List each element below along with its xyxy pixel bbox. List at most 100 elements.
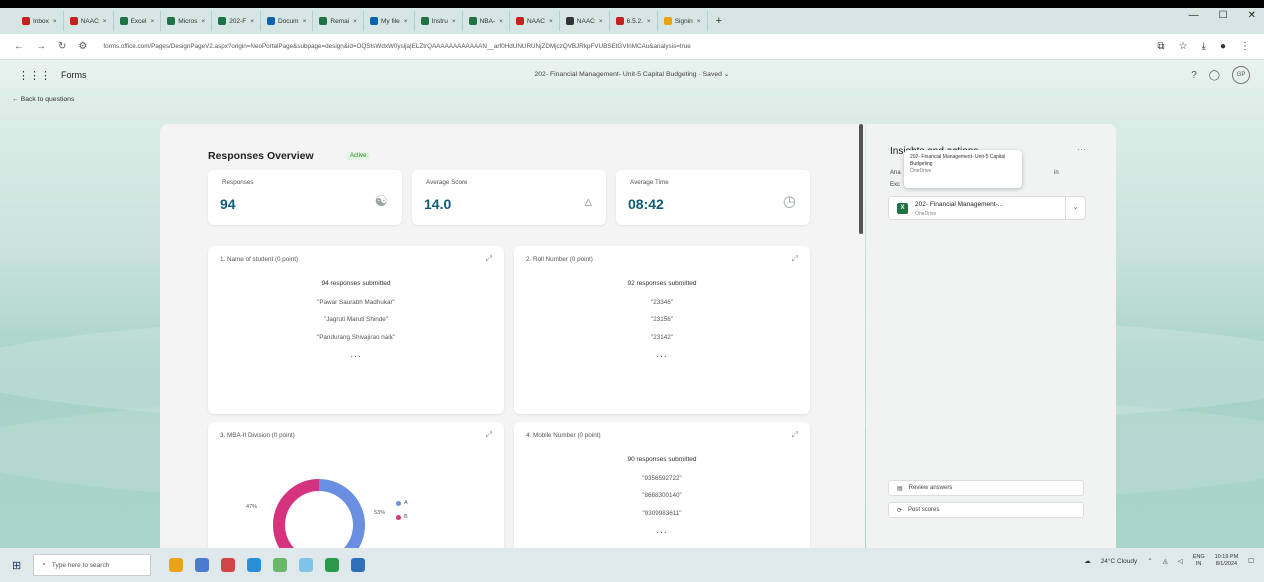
app-icon[interactable] (273, 558, 288, 572)
expand-icon[interactable]: ⤢ (792, 430, 798, 440)
donut-slice-A[interactable] (312, 479, 365, 548)
browser-tab[interactable]: 202-F × (212, 11, 261, 31)
search-icon: ⌕ (42, 561, 46, 568)
notification-icon[interactable]: ☐ (1248, 557, 1254, 565)
weather-icon[interactable]: ☁ (1084, 557, 1091, 565)
forward-arrow-icon[interactable]: → (36, 41, 46, 52)
more-options-icon[interactable]: ··· (1077, 144, 1086, 154)
slice-label: 47% (246, 504, 258, 510)
app-icon[interactable] (221, 558, 236, 572)
responses-panel: Responses Overview Active Responses 94 ☯… (160, 124, 865, 548)
menu-icon[interactable]: ⋮ (1240, 41, 1250, 52)
donut-slice-B[interactable] (273, 479, 320, 548)
reload-icon[interactable]: ↻ (58, 41, 66, 52)
tab-label: NAAC (576, 17, 595, 25)
tab-close-icon[interactable]: × (647, 18, 651, 25)
post-scores-button[interactable]: ⟳ Post scores (888, 502, 1084, 518)
network-icon[interactable]: ◬ (1163, 557, 1168, 565)
browser-tab[interactable]: Micros × (161, 11, 213, 31)
question-card[interactable]: 3. MBA-II Division (0 point) ⤢ 47% 53% A… (208, 422, 504, 548)
avatar[interactable]: GP (1232, 66, 1250, 84)
excel-file-button[interactable]: X 202- Financial Management-... OneDrive… (888, 196, 1086, 220)
edge-icon[interactable] (247, 558, 262, 572)
maximize-icon[interactable]: ☐ (1219, 10, 1228, 21)
expand-icon[interactable]: ⤢ (792, 254, 798, 264)
tab-label: Docum (277, 17, 299, 25)
tab-label: 202-F (229, 17, 247, 25)
scrollbar[interactable] (859, 124, 863, 234)
browser-tab[interactable]: Inbox × (16, 11, 64, 31)
tab-close-icon[interactable]: × (404, 18, 408, 25)
new-tab-icon[interactable]: + (708, 15, 730, 27)
url-field[interactable]: forms.office.com/Pages/DesignPageV2.aspx… (97, 43, 1157, 50)
browser-tab[interactable]: Remai × (313, 11, 364, 31)
taskbar: ⊞ ⌕ Type here to search ☁ 24°C Cloudy ⌃ … (0, 548, 1264, 582)
back-to-questions-link[interactable]: ← Back to questions (12, 96, 74, 103)
tab-favicon-icon (515, 17, 524, 25)
browser-tab[interactable]: 6.5.2. × (610, 11, 658, 31)
language-indicator[interactable]: ENG IN (1193, 554, 1205, 568)
profile-icon[interactable]: ● (1220, 41, 1226, 52)
question-card[interactable]: 2. Roll Number (0 point) ⤢ 92 responses … (514, 246, 810, 414)
back-arrow-icon[interactable]: ← (14, 41, 24, 52)
tab-close-icon[interactable]: × (353, 18, 357, 25)
tab-close-icon[interactable]: × (150, 18, 154, 25)
tab-close-icon[interactable]: × (250, 18, 254, 25)
taskbar-search[interactable]: ⌕ Type here to search (33, 554, 152, 576)
app-icon[interactable] (351, 558, 366, 572)
feedback-icon[interactable]: ◯ (1209, 70, 1220, 81)
tab-close-icon[interactable]: × (697, 18, 701, 25)
stat-card-average-score: Average Score 14.0 ▵ (412, 170, 606, 225)
browser-tab[interactable]: Instru × (415, 11, 463, 31)
volume-icon[interactable]: ◁ (1178, 557, 1183, 565)
tab-close-icon[interactable]: × (53, 18, 57, 25)
file-explorer-icon[interactable] (169, 558, 184, 572)
grad-cap-icon: ▵ (584, 193, 592, 210)
browser-tab[interactable]: Signin × (658, 11, 708, 31)
review-answers-button[interactable]: ▤ Review answers (888, 480, 1084, 496)
document-title[interactable]: 202- Financial Management- Unit-5 Capita… (0, 70, 1264, 78)
browser-tab[interactable]: NAAC × (560, 11, 610, 31)
help-icon[interactable]: ? (1191, 70, 1197, 81)
question-card[interactable]: 1. Name of student (0 point) ⤢ 94 respon… (208, 246, 504, 414)
tab-label: My file (380, 17, 400, 25)
question-card[interactable]: 4. Mobile Number (0 point) ⤢ 90 response… (514, 422, 810, 548)
minimize-icon[interactable]: — (1189, 10, 1199, 21)
download-icon[interactable]: ⤓ (1202, 41, 1206, 52)
close-icon[interactable]: ✕ (1248, 10, 1256, 21)
legend-swatch (396, 500, 401, 506)
expand-icon[interactable]: ⤢ (486, 430, 492, 440)
tab-close-icon[interactable]: × (303, 18, 307, 25)
extension-icon[interactable]: ⧉ (1157, 41, 1164, 52)
app-icon[interactable] (195, 558, 210, 572)
browser-tab[interactable]: My file × (364, 11, 415, 31)
bookmark-star-icon[interactable]: ☆ (1179, 41, 1188, 52)
tab-close-icon[interactable]: × (599, 18, 603, 25)
expand-icon[interactable]: ⤢ (486, 254, 492, 264)
more-responses[interactable]: ... (514, 349, 810, 360)
site-info-icon[interactable]: ⚙ (78, 41, 87, 52)
chrome-icon[interactable] (325, 558, 340, 572)
clock[interactable]: 10:19 PM 8/1/2024 (1215, 554, 1239, 568)
tab-close-icon[interactable]: × (103, 18, 107, 25)
browser-tab[interactable]: NAAC × (510, 11, 560, 31)
windows-start-icon[interactable]: ⊞ (12, 559, 21, 572)
more-responses[interactable]: ... (208, 349, 504, 360)
browser-tab[interactable]: Docum × (261, 11, 314, 31)
tab-label: NBA- (479, 17, 496, 25)
tab-close-icon[interactable]: × (201, 18, 205, 25)
tab-label: NAAC (526, 17, 545, 25)
tab-close-icon[interactable]: × (499, 18, 503, 25)
browser-tab[interactable]: Excel × (114, 11, 162, 31)
more-responses[interactable]: ... (514, 525, 810, 536)
browser-tab[interactable]: NBA- × (463, 11, 510, 31)
tab-favicon-icon (218, 17, 227, 25)
app-icon[interactable] (299, 558, 314, 572)
tab-favicon-icon (167, 17, 176, 25)
tab-close-icon[interactable]: × (452, 18, 456, 25)
tab-favicon-icon (369, 17, 378, 25)
chevron-down-icon[interactable]: ⌄ (1065, 197, 1085, 219)
tab-close-icon[interactable]: × (549, 18, 553, 25)
tray-arrow-icon[interactable]: ⌃ (1147, 557, 1152, 565)
browser-tab[interactable]: NAAC × (64, 11, 114, 31)
